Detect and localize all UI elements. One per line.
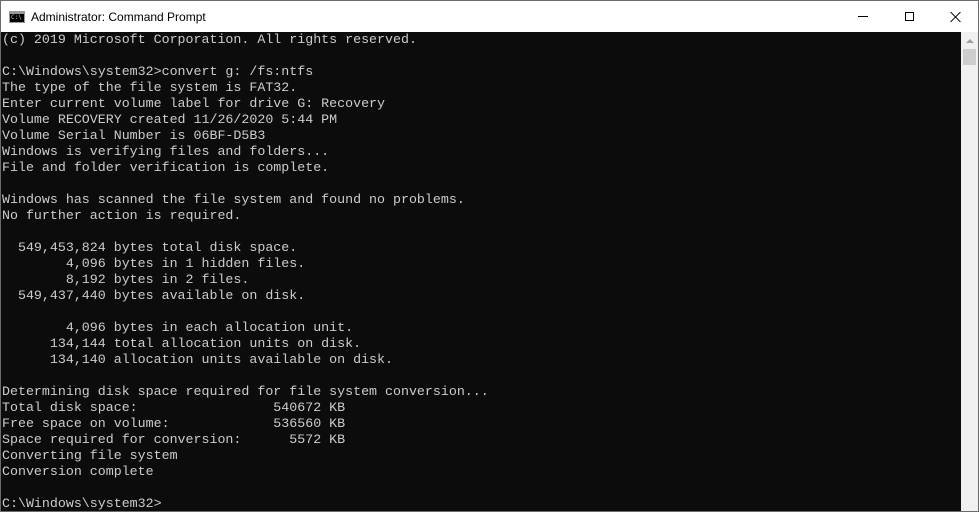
console-line: Total disk space: 540672 KB [2, 400, 346, 415]
minimize-button[interactable] [840, 1, 886, 32]
console-line: (c) 2019 Microsoft Corporation. All righ… [2, 32, 417, 47]
scrollbar-thumb[interactable] [963, 49, 976, 65]
close-icon [950, 11, 961, 22]
console-line: Conversion complete [2, 464, 154, 479]
scroll-up-button[interactable] [961, 32, 978, 49]
console-line: Converting file system [2, 448, 178, 463]
console-line: 134,144 total allocation units on disk. [2, 336, 362, 351]
console-line: File and folder verification is complete… [2, 160, 330, 175]
console-line: Volume Serial Number is 06BF-D5B3 [2, 128, 266, 143]
window-controls [840, 1, 978, 32]
console-line: Determining disk space required for file… [2, 384, 489, 399]
console-line: Free space on volume: 536560 KB [2, 416, 346, 431]
console-line: C:\Windows\system32>convert g: /fs:ntfs [2, 64, 314, 79]
console-line: The type of the file system is FAT32. [2, 80, 298, 95]
console-line: Volume RECOVERY created 11/26/2020 5:44 … [2, 112, 338, 127]
chevron-up-icon [965, 38, 974, 43]
console-line: 134,140 allocation units available on di… [2, 352, 393, 367]
console-line: 8,192 bytes in 2 files. [2, 272, 250, 287]
command-prompt-icon[interactable]: C:\ [9, 10, 25, 23]
maximize-icon [904, 12, 914, 21]
console-line: 4,096 bytes in 1 hidden files. [2, 256, 306, 271]
title-bar[interactable]: C:\ Administrator: Command Prompt [1, 1, 978, 32]
vertical-scrollbar[interactable] [961, 32, 978, 511]
console-line: Windows is verifying files and folders..… [2, 144, 330, 159]
maximize-button[interactable] [886, 1, 932, 32]
console-line: Enter current volume label for drive G: … [2, 96, 386, 111]
console-line: 549,437,440 bytes available on disk. [2, 288, 306, 303]
console-line: C:\Windows\system32> [2, 496, 162, 511]
console-line: No further action is required. [2, 208, 242, 223]
console-output[interactable]: (c) 2019 Microsoft Corporation. All righ… [1, 32, 961, 511]
console-line: Windows has scanned the file system and … [2, 192, 465, 207]
console-line: Space required for conversion: 5572 KB [2, 432, 346, 447]
icon-label: C:\ [11, 13, 22, 21]
console-text: (c) 2019 Microsoft Corporation. All righ… [1, 32, 961, 511]
console-line: 549,453,824 bytes total disk space. [2, 240, 298, 255]
close-button[interactable] [932, 1, 978, 32]
minimize-icon [858, 16, 868, 17]
console-line: 4,096 bytes in each allocation unit. [2, 320, 354, 335]
window-title: Administrator: Command Prompt [31, 9, 206, 24]
command-prompt-window: C:\ Administrator: Command Prompt (c) 20… [0, 0, 979, 512]
